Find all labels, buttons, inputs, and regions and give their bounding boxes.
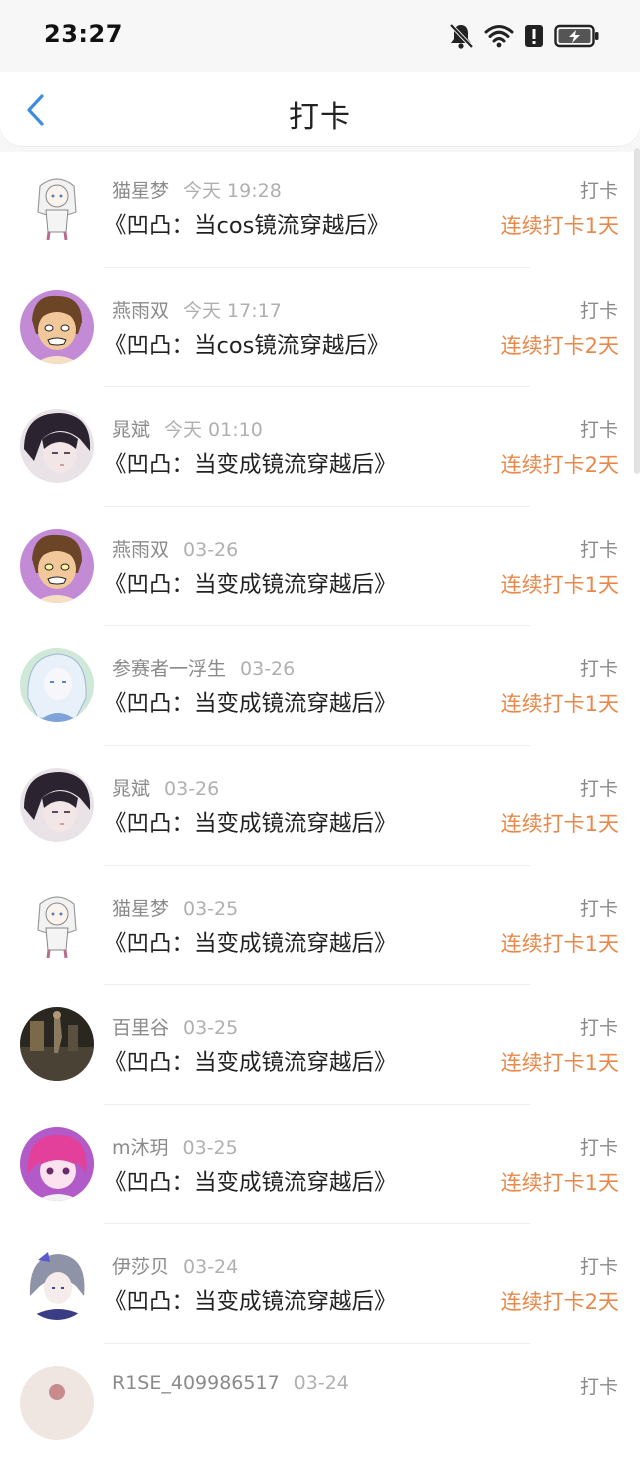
status-icons bbox=[448, 20, 600, 52]
user-line: R1SE_409986517 03-24 bbox=[112, 1372, 349, 1394]
checkin-time: 今天 01:10 bbox=[164, 419, 263, 442]
streak-label: 连续打卡1天 bbox=[500, 572, 619, 597]
action-label: 打卡 bbox=[579, 419, 618, 442]
user-name[interactable]: 百里谷 bbox=[112, 1017, 169, 1039]
user-line: 晁斌 03-26 bbox=[112, 774, 219, 801]
user-line: 参赛者一浮生 03-26 bbox=[112, 654, 295, 681]
checkin-time: 03-25 bbox=[182, 1136, 238, 1159]
avatar[interactable] bbox=[20, 409, 94, 484]
user-name[interactable]: 燕雨双 bbox=[112, 300, 169, 322]
action-label: 打卡 bbox=[579, 299, 618, 322]
user-name[interactable]: 猫星梦 bbox=[112, 180, 169, 202]
avatar[interactable] bbox=[20, 1365, 94, 1440]
action-label: 打卡 bbox=[579, 897, 618, 920]
action-label: 打卡 bbox=[579, 1136, 618, 1159]
list-item[interactable]: 猫星梦 今天 19:28 《凹凸：当cos镜流穿越后》 打卡 连续打卡1天 bbox=[0, 148, 640, 268]
action-label: 打卡 bbox=[579, 180, 618, 202]
page-title: 打卡 bbox=[289, 100, 351, 135]
action-label: 打卡 bbox=[579, 1017, 618, 1040]
wifi-icon bbox=[484, 23, 514, 49]
book-title[interactable]: 《凹凸：当变成镜流穿越后》 bbox=[104, 926, 397, 958]
list-item[interactable]: R1SE_409986517 03-24 打卡 bbox=[0, 1344, 640, 1464]
list-item[interactable]: 晁斌 03-26 《凹凸：当变成镜流穿越后》 打卡 连续打卡1天 bbox=[0, 746, 640, 866]
checkin-time: 今天 19:28 bbox=[183, 180, 282, 202]
checkin-time: 03-25 bbox=[183, 897, 239, 920]
alert-icon bbox=[524, 23, 544, 49]
streak-label: 连续打卡1天 bbox=[500, 214, 619, 238]
user-line: 燕雨双 今天 17:17 bbox=[112, 296, 282, 323]
book-title[interactable]: 《凹凸：当变成镜流穿越后》 bbox=[104, 1165, 397, 1197]
book-title[interactable]: 《凹凸：当变成镜流穿越后》 bbox=[104, 447, 397, 479]
list-item[interactable]: 燕雨双 今天 17:17 《凹凸：当cos镜流穿越后》 打卡 连续打卡2天 bbox=[0, 268, 640, 388]
checkin-time: 今天 17:17 bbox=[183, 299, 282, 322]
battery-charging-icon bbox=[554, 24, 600, 48]
avatar[interactable] bbox=[20, 528, 94, 603]
streak-label: 连续打卡1天 bbox=[500, 931, 619, 956]
streak-label: 连续打卡1天 bbox=[500, 811, 619, 836]
book-title[interactable]: 《凹凸：当变成镜流穿越后》 bbox=[104, 1284, 397, 1316]
checkin-time: 03-26 bbox=[183, 538, 239, 561]
list-item[interactable]: 参赛者一浮生 03-26 《凹凸：当变成镜流穿越后》 打卡 连续打卡1天 bbox=[0, 626, 640, 746]
user-line: 伊莎贝 03-24 bbox=[112, 1252, 238, 1279]
list-item[interactable]: 燕雨双 03-26 《凹凸：当变成镜流穿越后》 打卡 连续打卡1天 bbox=[0, 507, 640, 627]
status-bar: 23:27 bbox=[0, 0, 640, 72]
user-line: 晁斌 今天 01:10 bbox=[112, 415, 263, 442]
streak-label: 连续打卡1天 bbox=[500, 692, 619, 717]
checkin-list: 猫星梦 今天 19:28 《凹凸：当cos镜流穿越后》 打卡 连续打卡1天 燕雨双… bbox=[0, 148, 640, 1464]
user-name[interactable]: 猫星梦 bbox=[112, 898, 169, 920]
list-item[interactable]: 伊莎贝 03-24 《凹凸：当变成镜流穿越后》 打卡 连续打卡2天 bbox=[0, 1224, 640, 1344]
user-line: 猫星梦 今天 19:28 bbox=[112, 176, 282, 203]
book-title[interactable]: 《凹凸：当变成镜流穿越后》 bbox=[104, 567, 397, 599]
avatar[interactable] bbox=[20, 1246, 94, 1321]
avatar[interactable] bbox=[20, 170, 94, 244]
user-name[interactable]: 晁斌 bbox=[112, 419, 150, 441]
user-line: 燕雨双 03-26 bbox=[112, 535, 238, 562]
bell-muted-icon bbox=[448, 22, 474, 50]
user-line: 百里谷 03-25 bbox=[112, 1013, 238, 1040]
action-label: 打卡 bbox=[579, 538, 618, 561]
avatar[interactable] bbox=[20, 1007, 94, 1082]
user-name[interactable]: R1SE_409986517 bbox=[112, 1372, 280, 1394]
scrollbar[interactable] bbox=[634, 148, 640, 474]
avatar[interactable] bbox=[20, 887, 94, 962]
streak-label: 连续打卡2天 bbox=[500, 1290, 619, 1315]
checkin-time: 03-25 bbox=[183, 1017, 239, 1040]
user-name[interactable]: 燕雨双 bbox=[112, 539, 169, 561]
list-item[interactable]: 百里谷 03-25 《凹凸：当变成镜流穿越后》 打卡 连续打卡1天 bbox=[0, 985, 640, 1105]
action-label: 打卡 bbox=[579, 777, 618, 800]
user-name[interactable]: 参赛者一浮生 bbox=[112, 658, 226, 680]
action-label: 打卡 bbox=[579, 1256, 618, 1279]
checkin-time: 03-24 bbox=[293, 1371, 349, 1394]
status-time: 23:27 bbox=[44, 20, 123, 48]
user-line: 猫星梦 03-25 bbox=[112, 894, 238, 921]
action-label: 打卡 bbox=[579, 658, 618, 681]
streak-label: 连续打卡2天 bbox=[500, 453, 619, 478]
book-title[interactable]: 《凹凸：当变成镜流穿越后》 bbox=[104, 806, 397, 838]
list-item[interactable]: 猫星梦 03-25 《凹凸：当变成镜流穿越后》 打卡 连续打卡1天 bbox=[0, 866, 640, 986]
checkin-time: 03-26 bbox=[240, 658, 296, 681]
streak-label: 连续打卡2天 bbox=[500, 333, 619, 358]
book-title[interactable]: 《凹凸：当cos镜流穿越后》 bbox=[104, 208, 389, 240]
checkin-time: 03-24 bbox=[183, 1256, 239, 1279]
list-item[interactable]: 晁斌 今天 01:10 《凹凸：当变成镜流穿越后》 打卡 连续打卡2天 bbox=[0, 387, 640, 507]
streak-label: 连续打卡1天 bbox=[500, 1051, 619, 1076]
user-name[interactable]: m沐玥 bbox=[112, 1137, 169, 1159]
avatar[interactable] bbox=[20, 289, 94, 364]
user-line: m沐玥 03-25 bbox=[112, 1133, 238, 1160]
user-name[interactable]: 伊莎贝 bbox=[112, 1256, 169, 1278]
book-title[interactable]: 《凹凸：当变成镜流穿越后》 bbox=[104, 686, 397, 718]
book-title[interactable]: 《凹凸：当变成镜流穿越后》 bbox=[104, 1045, 397, 1077]
checkin-time: 03-26 bbox=[164, 777, 220, 800]
list-item[interactable]: m沐玥 03-25 《凹凸：当变成镜流穿越后》 打卡 连续打卡1天 bbox=[0, 1105, 640, 1225]
avatar[interactable] bbox=[20, 648, 94, 723]
avatar[interactable] bbox=[20, 1126, 94, 1201]
header: 打卡 bbox=[0, 72, 640, 146]
avatar[interactable] bbox=[20, 767, 94, 842]
action-label: 打卡 bbox=[579, 1375, 618, 1398]
book-title[interactable]: 《凹凸：当cos镜流穿越后》 bbox=[104, 328, 389, 360]
user-name[interactable]: 晁斌 bbox=[112, 778, 150, 800]
streak-label: 连续打卡1天 bbox=[500, 1170, 619, 1195]
